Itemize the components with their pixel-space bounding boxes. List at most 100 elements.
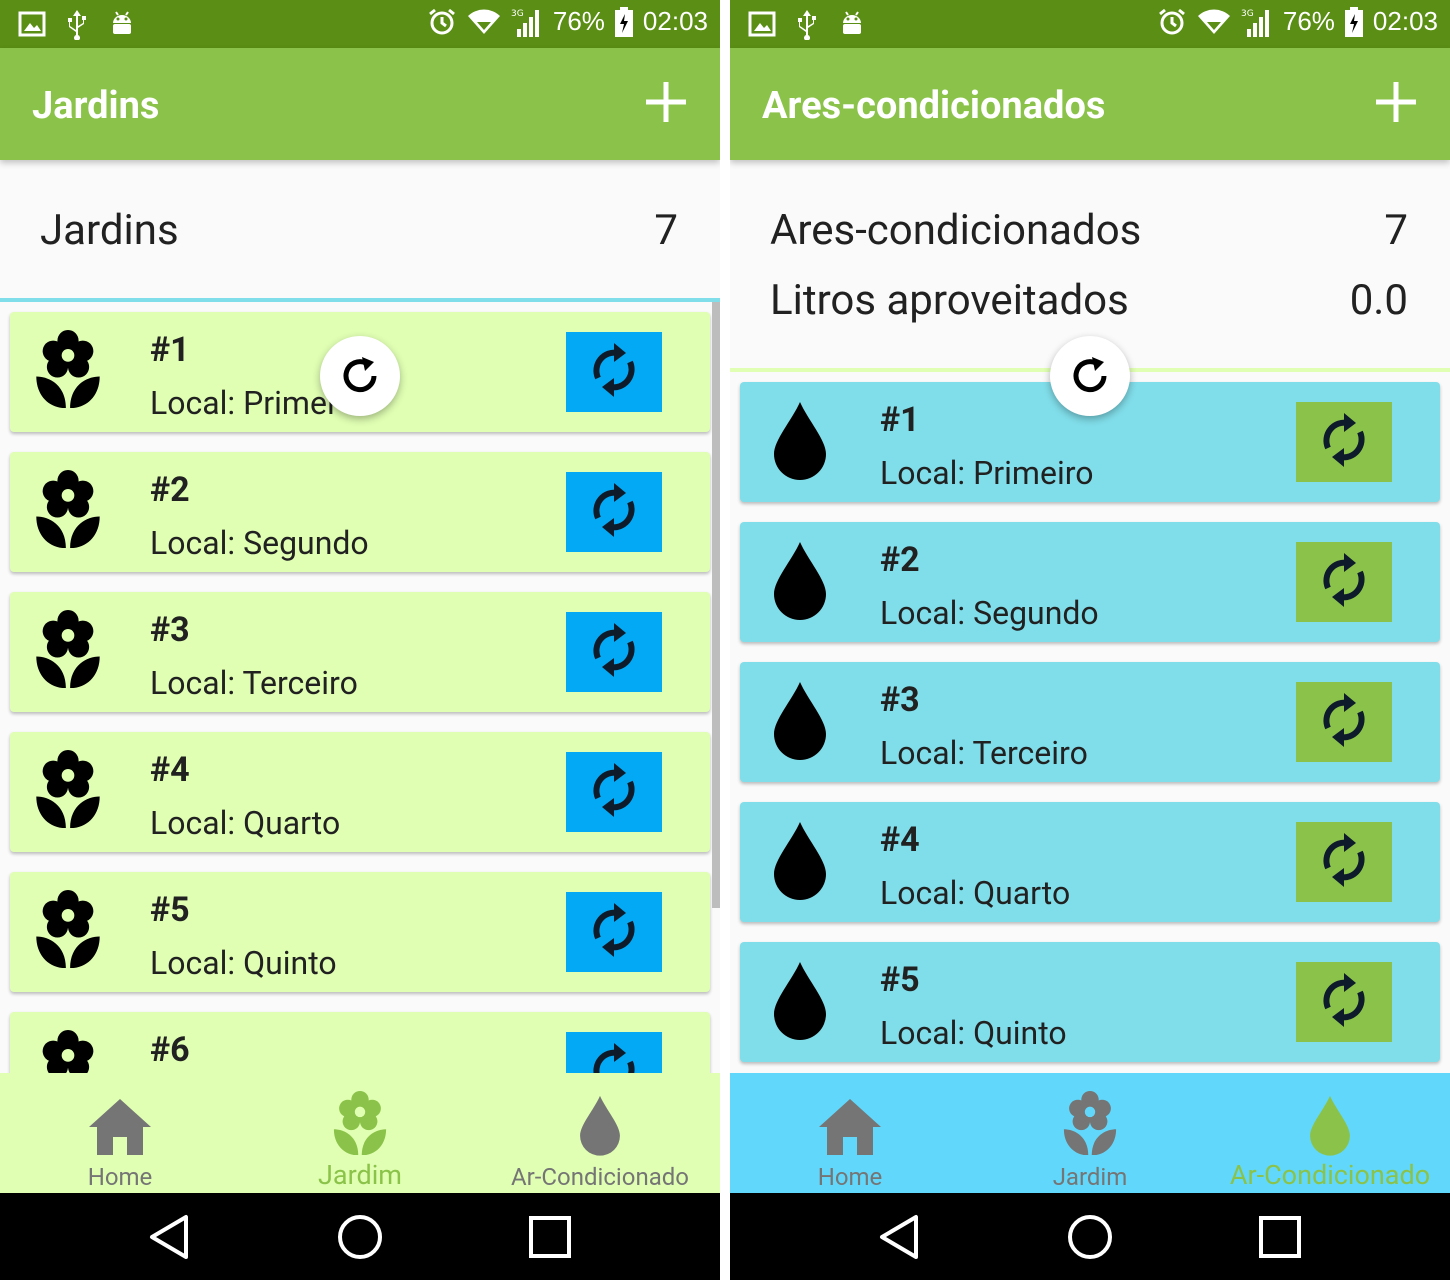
drop-icon [770, 680, 842, 764]
item-number: #5 [150, 890, 190, 930]
sync-button[interactable] [1296, 682, 1392, 762]
ac-list[interactable]: #1 Local: Primeiro #2 Local: Segundo #3 Loc… [730, 372, 1450, 1073]
item-location: Local: Terceiro [150, 664, 358, 702]
clock: 02:03 [642, 6, 708, 36]
flower-icon [34, 750, 106, 834]
page-title: Jardins [32, 84, 160, 128]
battery-percent: 76% [552, 6, 605, 36]
item-number: #6 [150, 1030, 190, 1070]
sync-button[interactable] [566, 752, 662, 832]
refresh-indicator [1050, 336, 1130, 416]
sync-button[interactable] [566, 612, 662, 692]
item-number: #4 [150, 750, 190, 790]
nav-item-jardim[interactable]: Jardim [970, 1073, 1210, 1193]
recents-icon[interactable] [1256, 1213, 1304, 1261]
item-location: Local: Primei [150, 384, 335, 422]
item-location: Local: Quinto [880, 1014, 1067, 1052]
status-bar: 3G 76% 02:03 [0, 0, 720, 48]
sync-icon [588, 900, 640, 964]
drop-icon [577, 1093, 623, 1161]
list-item[interactable]: #6 [10, 1012, 710, 1073]
refresh-icon [343, 357, 377, 393]
item-location: Local: Quarto [880, 874, 1071, 912]
list-item[interactable]: #3 Local: Terceiro [10, 592, 710, 712]
sync-button[interactable] [566, 332, 662, 412]
sync-icon [1318, 970, 1370, 1034]
garden-list[interactable]: #1 Local: Primei #2 Local: Segundo #3 Local… [0, 302, 720, 1073]
sync-button[interactable] [1296, 962, 1392, 1042]
item-location: Local: Segundo [880, 594, 1099, 632]
android-icon [113, 11, 131, 34]
bottom-navigation: Home Jardim Ar-Condicionado [730, 1073, 1450, 1193]
garden-screen: 3G 76% 02:03 Jardins Jardins 7 #1 Local: … [0, 0, 720, 1280]
nav-item-ar-condicionado[interactable]: Ar-Condicionado [480, 1073, 720, 1193]
sync-button[interactable] [566, 472, 662, 552]
list-item[interactable]: #2 Local: Segundo [10, 452, 710, 572]
system-navigation-bar [0, 1193, 720, 1280]
wifi-icon [467, 9, 500, 34]
drop-icon [770, 540, 842, 624]
nav-item-home[interactable]: Home [0, 1073, 240, 1193]
summary-label: Jardins [40, 206, 179, 255]
nav-item-home[interactable]: Home [730, 1073, 970, 1193]
item-number: #3 [150, 610, 190, 650]
alarm-icon [1158, 8, 1185, 34]
nav-label: Home [87, 1163, 153, 1191]
list-item[interactable]: #4 Local: Quarto [740, 802, 1440, 922]
sync-icon [588, 1040, 640, 1073]
nav-label: Ar-Condicionado [1229, 1159, 1431, 1191]
gallery-icon [18, 11, 46, 37]
sync-icon [588, 340, 640, 404]
add-button[interactable] [642, 78, 690, 126]
sync-icon [1318, 550, 1370, 614]
sync-button[interactable] [1296, 822, 1392, 902]
clock: 02:03 [1372, 6, 1438, 36]
nav-label: Home [817, 1163, 883, 1191]
home-circle-icon[interactable] [336, 1213, 384, 1261]
summary-count: 7 [654, 206, 678, 255]
nav-item-jardim[interactable]: Jardim [240, 1073, 480, 1193]
bottom-navigation: Home Jardim Ar-Condicionado [0, 1073, 720, 1193]
sync-button[interactable] [1296, 402, 1392, 482]
sync-icon [1318, 410, 1370, 474]
gallery-icon [748, 11, 776, 37]
nav-item-ar-condicionado[interactable]: Ar-Condicionado [1210, 1073, 1450, 1193]
refresh-indicator [320, 336, 400, 416]
list-item[interactable]: #4 Local: Quarto [10, 732, 710, 852]
status-bar: 3G 76% 02:03 [730, 0, 1450, 48]
battery-charging-icon [1344, 6, 1363, 37]
svg-text:3G: 3G [1241, 9, 1254, 19]
back-icon[interactable] [146, 1213, 194, 1261]
flower-icon [34, 890, 106, 974]
scrollbar[interactable] [712, 302, 720, 908]
sync-button[interactable] [566, 892, 662, 972]
list-item[interactable]: #3 Local: Terceiro [740, 662, 1440, 782]
svg-text:3G: 3G [511, 9, 524, 19]
item-location: Local: Terceiro [880, 734, 1088, 772]
add-button[interactable] [1372, 78, 1420, 126]
ac-screen: 3G 76% 02:03 Ares-condicionados Ares-con… [730, 0, 1450, 1280]
list-item[interactable]: #5 Local: Quinto [10, 872, 710, 992]
sync-button[interactable] [1296, 542, 1392, 622]
flower-icon [34, 330, 106, 414]
sync-icon [588, 620, 640, 684]
item-location: Local: Primeiro [880, 454, 1094, 492]
item-number: #4 [880, 820, 920, 860]
nav-label: Jardim [318, 1159, 402, 1191]
item-number: #3 [880, 680, 920, 720]
item-number: #2 [880, 540, 920, 580]
home-circle-icon[interactable] [1066, 1213, 1114, 1261]
wifi-icon [1197, 9, 1230, 34]
back-icon[interactable] [876, 1213, 924, 1261]
nav-label: Ar-Condicionado [511, 1163, 689, 1191]
flower-icon [34, 610, 106, 694]
drop-icon [770, 820, 842, 904]
item-number: #1 [150, 330, 190, 370]
sync-button[interactable] [566, 1032, 662, 1073]
recents-icon[interactable] [526, 1213, 574, 1261]
drop-icon [770, 960, 842, 1044]
list-item[interactable]: #2 Local: Segundo [740, 522, 1440, 642]
sync-icon [1318, 690, 1370, 754]
list-item[interactable]: #5 Local: Quinto [740, 942, 1440, 1062]
sync-icon [1318, 830, 1370, 894]
